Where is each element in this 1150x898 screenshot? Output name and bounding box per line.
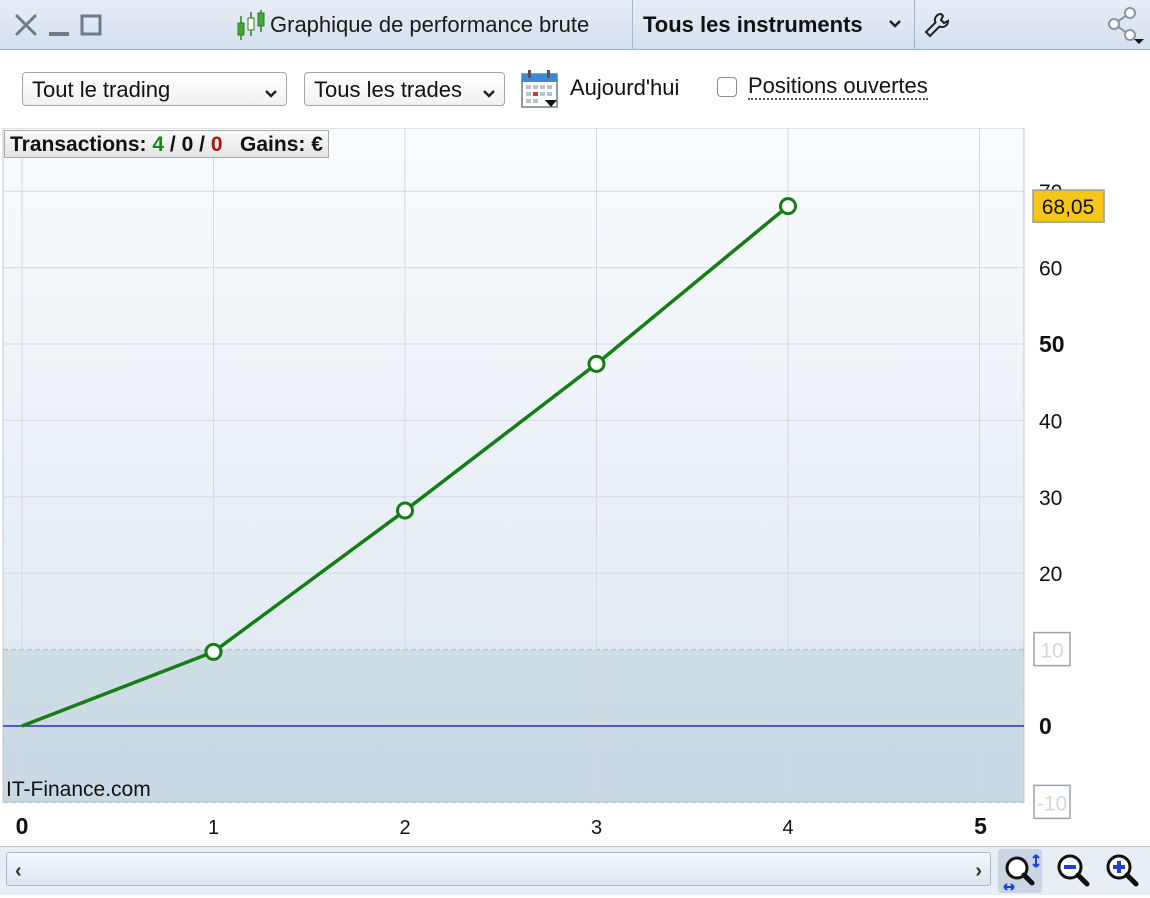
data-point-marker xyxy=(204,642,223,661)
chart-title: Graphique de performance brute xyxy=(270,12,590,37)
zoom-fit-button[interactable] xyxy=(998,849,1042,893)
performance-chart[interactable]: 706050403020100-1068,05 012345 xyxy=(0,128,1150,846)
y-tick-label: 60 xyxy=(1039,258,1062,281)
zoom-in-icon xyxy=(1106,854,1139,887)
transactions-neutral-count: 0 xyxy=(181,133,194,156)
x-tick-label: 0 xyxy=(16,813,29,839)
zoom-fit-icon xyxy=(1003,854,1040,891)
open-positions-label[interactable]: Positions ouvertes xyxy=(748,75,928,100)
trading-select-value: Tout le trading xyxy=(32,77,171,102)
x-tick-label: 4 xyxy=(782,817,793,839)
gains-currency: € xyxy=(311,133,323,156)
x-tick-label: 5 xyxy=(974,813,987,839)
close-icon[interactable] xyxy=(14,13,38,42)
y-tick-label: -10 xyxy=(1037,792,1067,815)
zoom-out-icon xyxy=(1057,854,1090,887)
data-point-marker xyxy=(396,501,414,520)
chevron-down-icon xyxy=(264,82,278,108)
chevron-down-icon xyxy=(482,82,496,108)
minimize-icon[interactable] xyxy=(48,13,70,42)
y-tick-label: 40 xyxy=(1039,410,1062,433)
last-value-label: 68,05 xyxy=(1042,196,1095,219)
trades-select[interactable]: Tous les trades xyxy=(304,72,505,106)
horizontal-scrollbar[interactable]: ‹ › xyxy=(6,852,991,886)
today-button[interactable]: Aujourd'hui xyxy=(570,75,679,101)
scroll-left-icon[interactable]: ‹ xyxy=(15,860,22,883)
transactions-losing-count: 0 xyxy=(210,133,223,156)
bottom-bar: ‹ › xyxy=(0,846,1150,895)
y-tick-label: 30 xyxy=(1039,487,1062,510)
trades-select-value: Tous les trades xyxy=(314,77,462,102)
transactions-separator: / xyxy=(199,133,205,156)
gains-label: Gains: xyxy=(240,133,306,156)
watermark: IT-Finance.com xyxy=(6,778,151,801)
trading-select[interactable]: Tout le trading xyxy=(22,72,287,106)
maximize-icon[interactable] xyxy=(80,13,102,42)
title-bar: Graphique de performance brute Tous les … xyxy=(0,0,1150,50)
y-tick-label: 20 xyxy=(1039,563,1062,586)
candlestick-icon xyxy=(236,10,266,47)
transactions-separator: / xyxy=(169,133,176,156)
open-positions-checkbox[interactable] xyxy=(717,77,737,97)
data-point-marker xyxy=(587,354,606,373)
x-tick-label: 3 xyxy=(591,817,602,839)
wrench-icon xyxy=(923,11,951,44)
zoom-out-button[interactable] xyxy=(1052,849,1096,893)
x-tick-label: 1 xyxy=(208,817,219,839)
transactions-winning-count: 4 xyxy=(152,133,165,156)
transactions-label: Transactions: xyxy=(10,133,147,156)
chevron-down-icon xyxy=(887,14,903,39)
instrument-dropdown-label: Tous les instruments xyxy=(643,12,863,37)
x-tick-label: 2 xyxy=(399,817,410,839)
calendar-icon[interactable] xyxy=(520,69,560,109)
transactions-summary: Transactions: 4 / 0 / 0 Gains: € xyxy=(4,130,329,158)
zoom-in-button[interactable] xyxy=(1101,849,1145,893)
share-button[interactable] xyxy=(1100,0,1150,50)
share-icon xyxy=(1106,7,1146,50)
settings-button[interactable] xyxy=(915,0,959,50)
y-tick-label: 0 xyxy=(1039,713,1052,739)
chart-title-segment: Graphique de performance brute xyxy=(230,0,633,50)
y-tick-label: 50 xyxy=(1039,331,1065,357)
data-point-marker xyxy=(779,197,797,216)
scroll-right-icon[interactable]: › xyxy=(975,860,982,883)
y-tick-label: 10 xyxy=(1040,640,1063,663)
instrument-dropdown[interactable]: Tous les instruments xyxy=(633,0,915,50)
